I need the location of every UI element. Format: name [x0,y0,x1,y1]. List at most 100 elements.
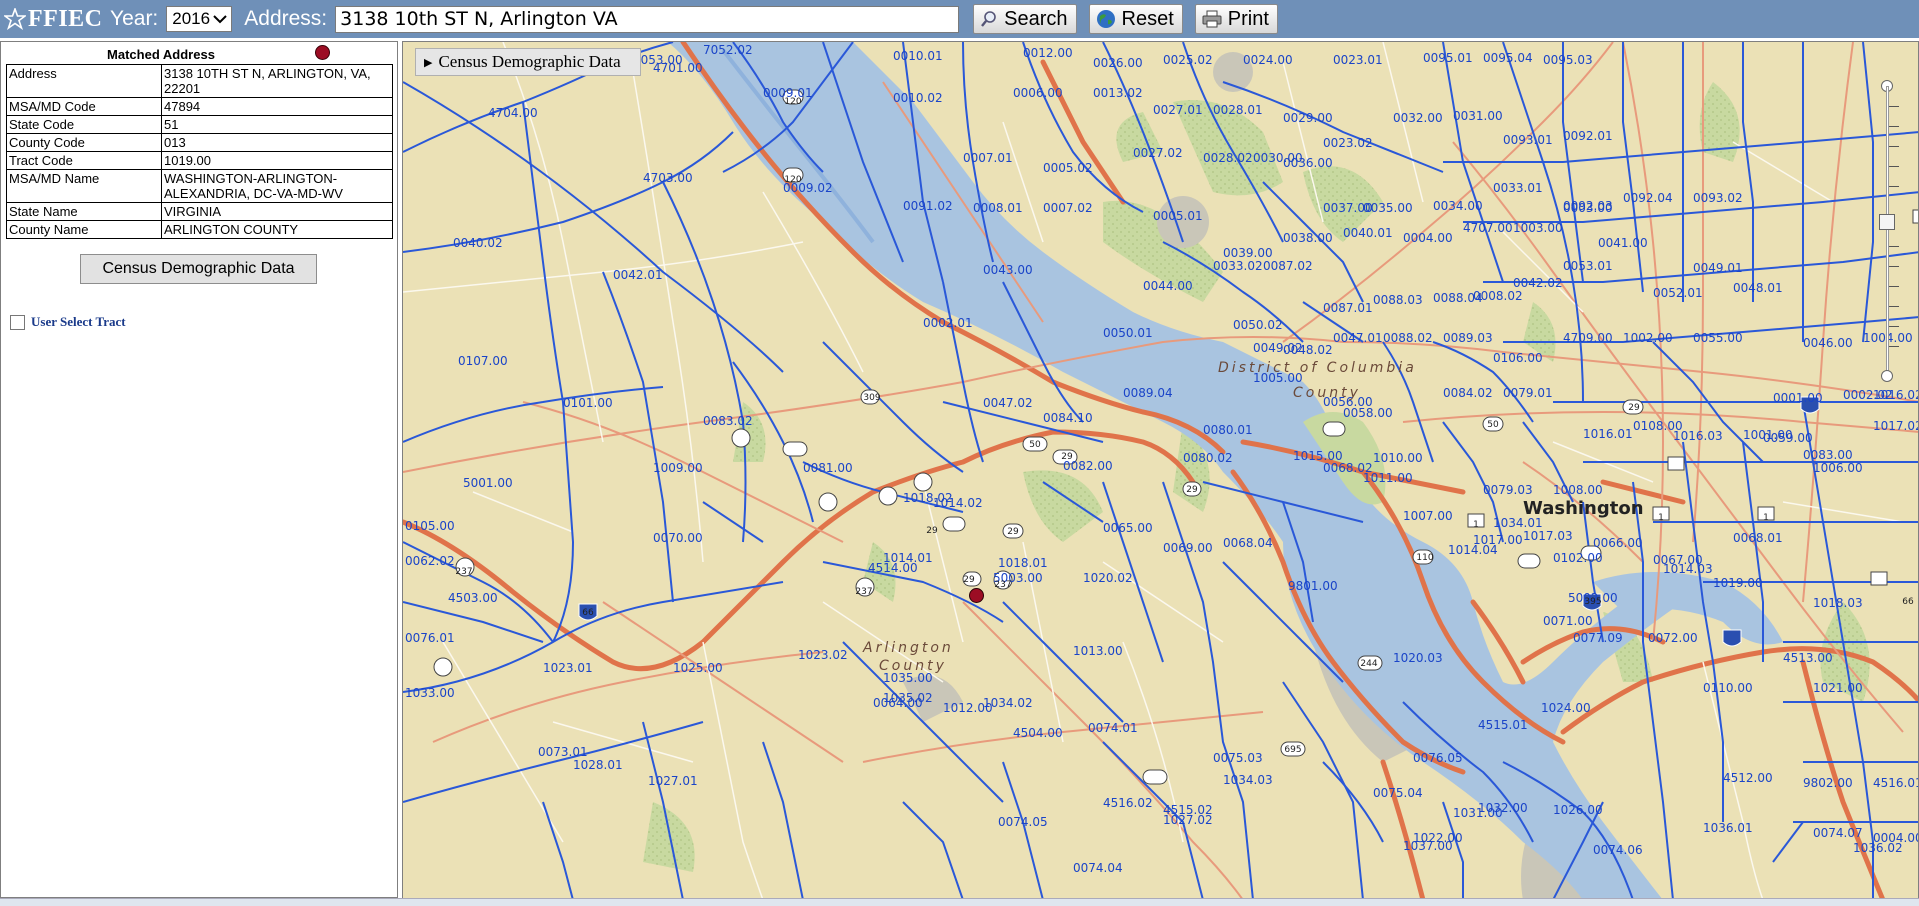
tract-label: 0062.02 [405,554,455,568]
user-select-tract-checkbox[interactable] [10,314,25,330]
search-button[interactable]: Search [973,4,1077,34]
tract-label: 1028.01 [573,758,623,772]
tract-label: 1009.00 [653,461,703,475]
tract-label: 0010.01 [893,49,943,63]
map-viewport[interactable]: Washington District of Columbia County A… [402,41,1919,899]
tract-label: 1031.00 [1453,806,1503,820]
tract-label: 4503.00 [448,591,498,605]
zoom-tick [1889,326,1899,327]
table-row: County Code 013 [6,133,393,152]
tract-label: 1023.02 [798,648,848,662]
tract-label: 0076.01 [405,631,455,645]
user-select-tract[interactable]: User Select Tract [10,314,126,330]
census-tab-label: Census Demographic Data [438,52,621,71]
tract-label: 0027.01 [1153,103,1203,117]
row-value: VIRGINIA [161,202,393,221]
tract-label: 4513.00 [1783,651,1833,665]
tract-label: 0004.00 [1403,231,1453,245]
printer-icon [1202,10,1222,28]
tract-label: 1014.02 [933,496,983,510]
tract-label: 0042.01 [613,268,663,282]
route-label: 29 [1186,485,1198,495]
tract-label: 0001.00 [1773,391,1823,405]
tract-label: 1010.00 [1373,451,1423,465]
tract-label: 1014.04 [1448,543,1498,557]
zoom-handle[interactable] [1879,214,1895,230]
tract-label: 0047.02 [983,396,1033,410]
tract-label: 4701.00 [653,61,703,75]
tract-label: 0075.03 [1213,751,1263,765]
tract-label: 0089.03 [1443,331,1493,345]
tract-label: 1006.00 [1813,461,1863,475]
table-row: County Name ARLINGTON COUNTY [6,220,393,239]
tract-label: 1020.02 [1083,571,1133,585]
tract-label: 0092.04 [1623,191,1673,205]
route-label: 695 [1284,745,1301,755]
route-label: 29 [1628,403,1640,413]
route-label: 1 [1763,513,1769,523]
tract-label: 1027.01 [648,774,698,788]
search-label: Search [1004,7,1068,30]
tract-label: 5001.00 [463,476,513,490]
tract-label: 0076.05 [1413,751,1463,765]
tract-label: 4512.00 [1723,771,1773,785]
tract-label: 4515.01 [1478,718,1528,732]
tract-label: 9801.00 [1288,579,1338,593]
tract-label: 1016.01 [1583,427,1633,441]
zoom-tick [1889,166,1899,167]
print-button[interactable]: Print [1194,4,1278,34]
tract-label: 0033.02 [1213,259,1263,273]
tract-label: 0010.02 [893,91,943,105]
census-demographic-data-tab[interactable]: ▶ Census Demographic Data [415,48,641,76]
tract-label: 0092.01 [1563,129,1613,143]
tract-label: 0039.00 [1223,246,1273,260]
tract-label: 0047.01 [1333,331,1383,345]
route-label: 237 [455,567,472,577]
route-label: 29 [963,575,975,585]
tract-label: 0069.00 [1163,541,1213,555]
year-select[interactable]: 2016 [166,6,233,32]
row-key: Tract Code [6,151,162,170]
tract-label: 0005.01 [1153,209,1203,223]
tract-label: 0068.01 [1733,531,1783,545]
zoom-out-icon[interactable] [1881,370,1893,382]
zoom-rail[interactable] [1886,86,1889,376]
tract-label: 9802.00 [1803,776,1853,790]
route-label: 66 [582,608,594,618]
tract-label: 1005.00 [1253,371,1303,385]
tract-label: 0040.01 [1343,226,1393,240]
tract-label: 0036.00 [1283,156,1333,170]
tract-label: 4516.02 [1103,796,1153,810]
tract-label: 0035.00 [1363,201,1413,215]
zoom-slider[interactable] [1873,80,1901,382]
tract-label: 0110.00 [1703,681,1753,695]
tract-label: 1016.03 [1673,429,1723,443]
tract-label: 0048.01 [1733,281,1783,295]
zoom-tick [1889,146,1899,147]
tract-label: 1003.00 [1513,221,1563,235]
tract-label: 0074.04 [1073,861,1123,875]
tract-label: 0013.02 [1093,86,1143,100]
tract-label: 0066.00 [1593,536,1643,550]
tract-label: 0083.00 [1803,448,1853,462]
address-label: Address: [244,7,328,30]
tract-label: 0024.00 [1243,53,1293,67]
tract-label: 1014.03 [1663,562,1713,576]
address-pin-icon[interactable] [969,588,984,603]
tract-label: 1024.00 [1541,701,1591,715]
tract-label: 1025.00 [673,661,723,675]
route-label: 120 [784,175,801,185]
tract-label: 1018.01 [998,556,1048,570]
tract-label: 1035.02 [883,691,933,705]
tract-label: 1020.03 [1393,651,1443,665]
census-demographic-data-button[interactable]: Census Demographic Data [80,254,317,284]
tract-label: 0050.01 [1103,326,1153,340]
tract-label: 0074.01 [1088,721,1138,735]
address-input[interactable]: 3138 10th ST N, Arlington VA [335,5,960,33]
reset-button[interactable]: Reset [1088,4,1183,34]
tract-label: 0072.00 [1648,631,1698,645]
tract-label: 0031.00 [1453,109,1503,123]
tract-label: 0033.01 [1493,181,1543,195]
tract-label: 0089.04 [1123,386,1173,400]
route-label: 237 [994,580,1011,590]
